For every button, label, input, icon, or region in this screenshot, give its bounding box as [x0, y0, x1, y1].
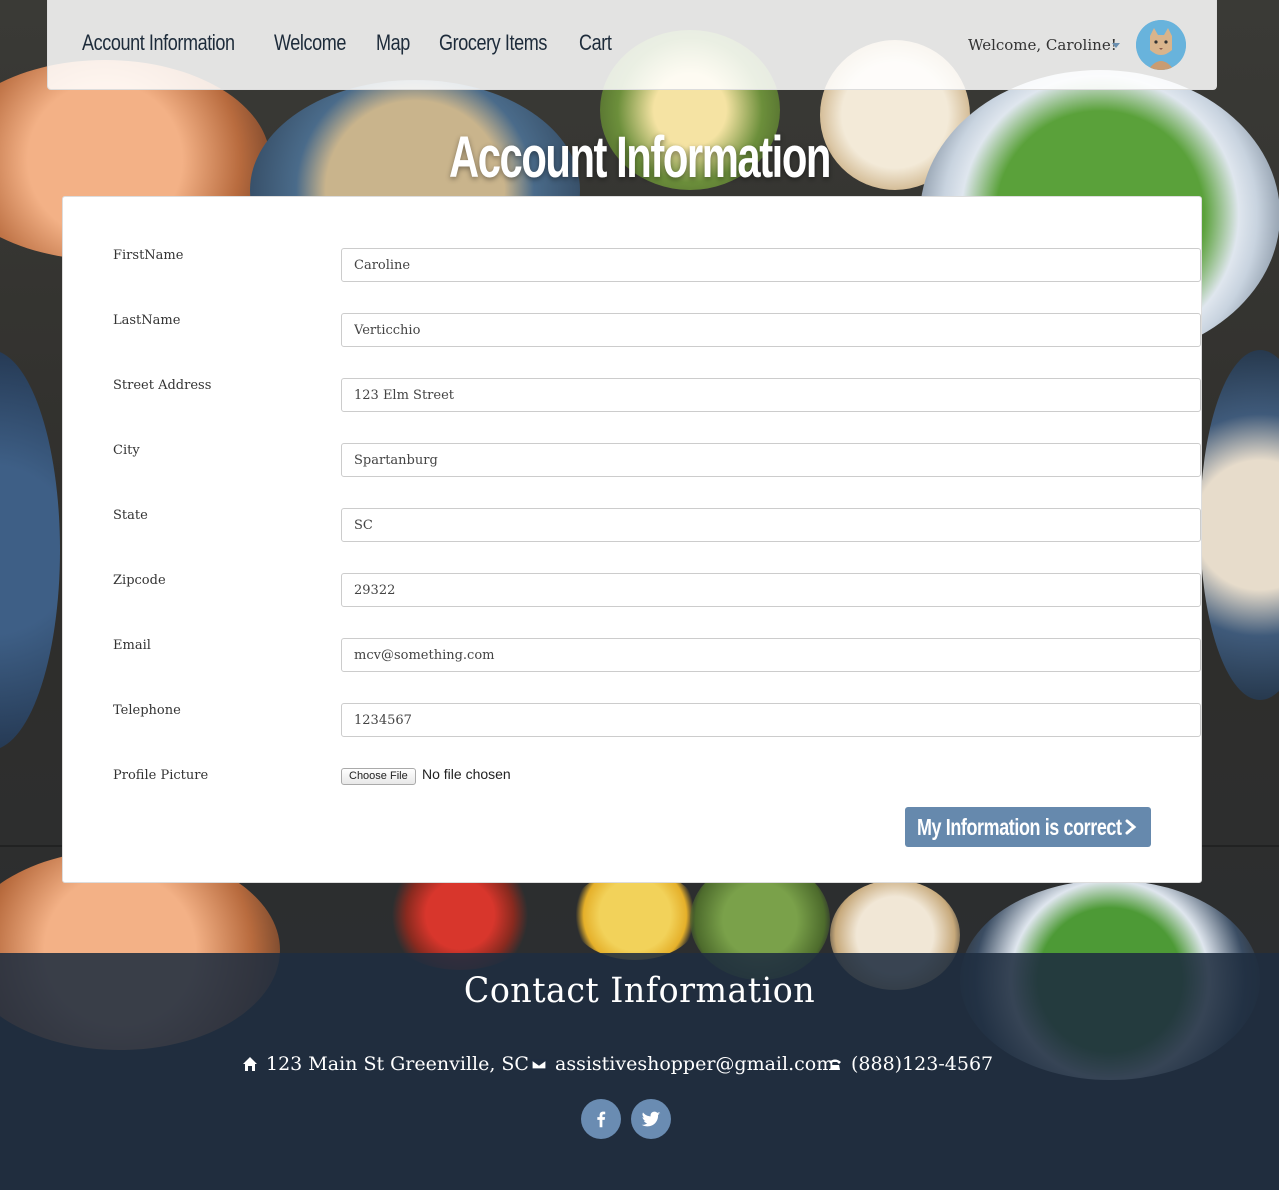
zipcode-field[interactable] — [341, 573, 1201, 607]
firstname-label: FirstName — [113, 248, 184, 263]
telephone-label: Telephone — [113, 703, 181, 718]
form-row-street: Street Address — [113, 378, 1201, 412]
lastname-label: LastName — [113, 313, 181, 328]
form-row-state: State — [113, 508, 1201, 542]
form-row-lastname: LastName — [113, 313, 1201, 347]
nav-map[interactable]: Map — [376, 30, 410, 56]
lastname-field[interactable] — [341, 313, 1201, 347]
twitter-button[interactable] — [631, 1099, 671, 1139]
home-icon — [243, 1057, 257, 1071]
welcome-user-text[interactable]: Welcome, Caroline! — [968, 36, 1117, 54]
nav-cart[interactable]: Cart — [579, 30, 612, 56]
avatar[interactable] — [1136, 20, 1186, 70]
email-label: Email — [113, 638, 151, 653]
twitter-icon — [641, 1111, 661, 1127]
form-row-telephone: Telephone — [113, 703, 1201, 737]
street-address-label: Street Address — [113, 378, 212, 393]
nav-account-information[interactable]: Account Information — [82, 30, 235, 56]
state-field[interactable] — [341, 508, 1201, 542]
choose-file-button[interactable]: Choose File — [341, 768, 416, 785]
submit-information-button[interactable]: My Information is correct — [905, 807, 1151, 847]
phone-icon — [829, 1059, 841, 1070]
street-address-field[interactable] — [341, 378, 1201, 412]
phone-text: (888)123-4567 — [851, 1053, 994, 1075]
footer-address: 123 Main St Greenville, SC — [242, 1053, 529, 1075]
city-label: City — [113, 443, 140, 458]
page-title: Account Information — [449, 125, 831, 190]
profile-picture-label: Profile Picture — [113, 768, 209, 783]
account-form-card: FirstName LastName Street Address City S… — [62, 196, 1202, 883]
submit-button-label: My Information is correct — [917, 814, 1122, 840]
file-status-text: No file chosen — [422, 766, 511, 782]
form-row-zipcode: Zipcode — [113, 573, 1201, 607]
nav-welcome[interactable]: Welcome — [274, 30, 346, 56]
firstname-field[interactable] — [341, 248, 1201, 282]
chevron-down-icon[interactable] — [1112, 43, 1120, 48]
form-row-email: Email — [113, 638, 1201, 672]
email-text[interactable]: assistiveshopper@gmail.com — [555, 1053, 834, 1075]
envelope-icon — [531, 1059, 547, 1070]
facebook-button[interactable] — [581, 1099, 621, 1139]
zipcode-label: Zipcode — [113, 573, 166, 588]
form-row-profile-picture: Profile Picture Choose File No file chos… — [113, 766, 1153, 802]
state-label: State — [113, 508, 148, 523]
top-navbar: Account Information Welcome Map Grocery … — [47, 0, 1217, 90]
nav-links: Account Information Welcome Map Grocery … — [82, 30, 613, 56]
footer-phone: (888)123-4567 — [827, 1053, 993, 1075]
form-row-firstname: FirstName — [113, 248, 1201, 282]
address-text: 123 Main St Greenville, SC — [266, 1053, 529, 1075]
footer-title: Contact Information — [463, 971, 816, 1011]
email-field[interactable] — [341, 638, 1201, 672]
facebook-icon — [597, 1111, 606, 1128]
nav-grocery-items[interactable]: Grocery Items — [439, 30, 547, 56]
form-row-city: City — [113, 443, 1201, 477]
footer-email: assistiveshopper@gmail.com — [531, 1053, 834, 1075]
city-field[interactable] — [341, 443, 1201, 477]
chevron-right-icon — [1125, 819, 1137, 835]
telephone-field[interactable] — [341, 703, 1201, 737]
contact-footer: Contact Information 123 Main St Greenvil… — [0, 953, 1279, 1190]
